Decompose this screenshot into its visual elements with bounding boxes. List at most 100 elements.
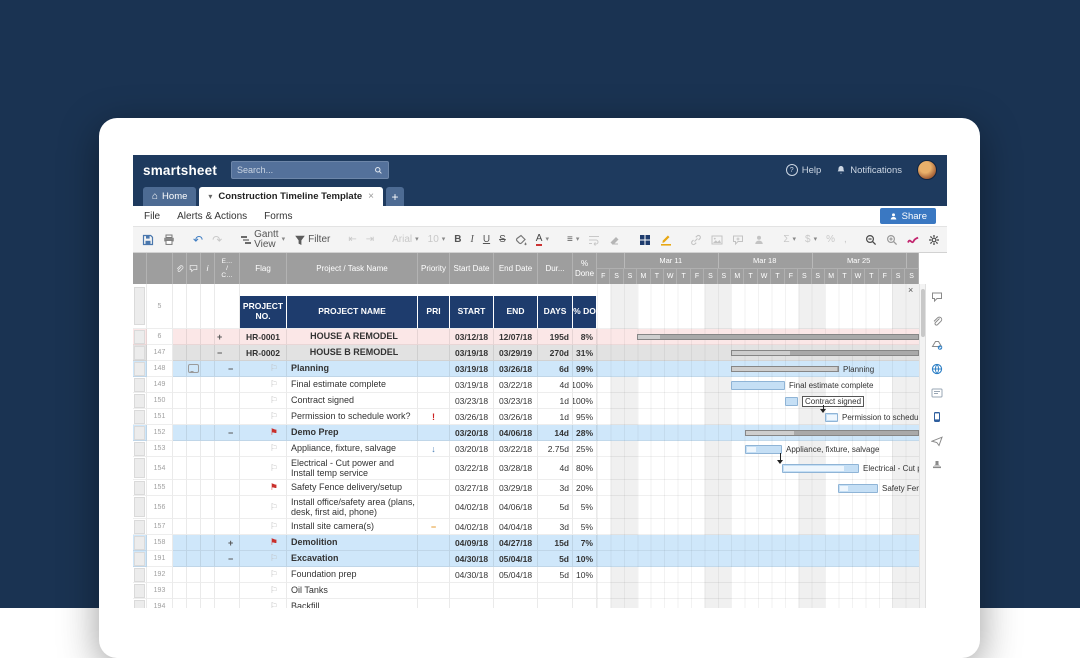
bold-button[interactable]: B bbox=[454, 234, 461, 245]
task-name-cell[interactable]: Demolition bbox=[287, 535, 418, 551]
end-date-cell[interactable] bbox=[494, 583, 538, 599]
duration-cell[interactable]: 4d bbox=[538, 377, 573, 393]
comment-cell[interactable] bbox=[187, 361, 201, 377]
percent-done-cell[interactable]: 100% bbox=[573, 393, 597, 409]
end-date-cell[interactable]: 04/06/18 bbox=[494, 425, 538, 441]
gantt-row[interactable]: Planning bbox=[597, 361, 919, 377]
attachment-cell[interactable] bbox=[173, 457, 187, 480]
flag-cell[interactable]: ⚐ bbox=[240, 496, 287, 519]
info-cell[interactable] bbox=[201, 519, 215, 535]
menu-forms[interactable]: Forms bbox=[264, 211, 292, 222]
task-name-cell[interactable]: Install office/safety area (plans, desk,… bbox=[287, 496, 418, 519]
end-date-cell[interactable]: 03/26/18 bbox=[494, 409, 538, 425]
gantt-row[interactable] bbox=[597, 329, 919, 345]
end-date-cell[interactable]: 03/22/18 bbox=[494, 441, 538, 457]
row-drag-handle[interactable] bbox=[134, 410, 145, 424]
percent-done-cell[interactable]: 10% bbox=[573, 567, 597, 583]
flag-cell[interactable]: ⚐ bbox=[240, 441, 287, 457]
priority-cell[interactable]: − bbox=[418, 519, 450, 535]
end-date-cell[interactable]: 03/23/18 bbox=[494, 393, 538, 409]
end-date-cell[interactable] bbox=[494, 599, 538, 608]
flag-cell[interactable]: ⚐ bbox=[240, 457, 287, 480]
task-name-cell[interactable]: Install site camera(s) bbox=[287, 519, 418, 535]
row-drag-handle[interactable] bbox=[134, 330, 145, 344]
column-header-flag[interactable]: Flag bbox=[240, 253, 287, 284]
comment-cell[interactable] bbox=[187, 496, 201, 519]
priority-cell[interactable] bbox=[418, 480, 450, 496]
info-cell[interactable] bbox=[201, 480, 215, 496]
info-cell[interactable] bbox=[201, 599, 215, 608]
row-drag-handle[interactable] bbox=[134, 600, 145, 609]
gantt-close-icon[interactable]: × bbox=[908, 286, 913, 295]
duration-cell[interactable]: 15d bbox=[538, 535, 573, 551]
end-date-cell[interactable]: 03/22/18 bbox=[494, 377, 538, 393]
duration-cell[interactable]: 4d bbox=[538, 457, 573, 480]
new-tab-button[interactable]: + bbox=[386, 187, 404, 206]
percent-done-cell[interactable]: 8% bbox=[573, 329, 597, 345]
attachment-cell[interactable] bbox=[173, 480, 187, 496]
gantt-row[interactable] bbox=[597, 425, 919, 441]
tab-home[interactable]: ⌂ Home bbox=[143, 187, 196, 206]
end-date-cell[interactable]: 05/04/18 bbox=[494, 567, 538, 583]
attachment-cell[interactable] bbox=[173, 519, 187, 535]
italic-button[interactable]: I bbox=[471, 234, 474, 245]
comment-cell[interactable] bbox=[187, 583, 201, 599]
gantt-task-bar[interactable] bbox=[785, 397, 798, 406]
percent-done-cell[interactable] bbox=[573, 583, 597, 599]
row-drag-handle[interactable] bbox=[134, 584, 145, 598]
priority-cell[interactable] bbox=[418, 583, 450, 599]
comment-cell[interactable] bbox=[187, 441, 201, 457]
filter-button[interactable]: Filter bbox=[294, 234, 330, 246]
gantt-summary-bar[interactable] bbox=[731, 350, 919, 356]
start-date-cell[interactable]: 03/20/18 bbox=[450, 425, 494, 441]
tab-close-icon[interactable]: × bbox=[368, 191, 374, 202]
panel-proofs-icon[interactable] bbox=[931, 339, 943, 351]
end-date-cell[interactable]: 12/07/18 bbox=[494, 329, 538, 345]
flag-icon[interactable]: ⚑ bbox=[270, 482, 278, 493]
notifications-button[interactable]: Notifications bbox=[836, 165, 902, 176]
comment-column-header[interactable] bbox=[187, 253, 201, 284]
task-name-cell[interactable]: HOUSE A REMODEL bbox=[287, 329, 418, 345]
flag-cell[interactable]: ⚐ bbox=[240, 377, 287, 393]
priority-cell[interactable] bbox=[418, 599, 450, 608]
column-header-extra[interactable]: E… / C… bbox=[215, 253, 240, 284]
gantt-row[interactable]: Appliance, fixture, salvage bbox=[597, 441, 919, 457]
duration-cell[interactable]: 5d bbox=[538, 496, 573, 519]
flag-cell[interactable]: ⚐ bbox=[240, 583, 287, 599]
column-header-duration[interactable]: Dur... bbox=[538, 253, 573, 284]
duration-cell[interactable]: 195d bbox=[538, 329, 573, 345]
flag-cell[interactable]: HR-0001 bbox=[240, 329, 287, 345]
priority-cell[interactable] bbox=[418, 361, 450, 377]
start-date-cell[interactable]: 03/20/18 bbox=[450, 441, 494, 457]
start-date-cell[interactable]: 03/19/18 bbox=[450, 345, 494, 361]
duration-cell[interactable] bbox=[538, 583, 573, 599]
gantt-summary-bar[interactable] bbox=[731, 366, 839, 372]
panel-approvals-icon[interactable] bbox=[931, 459, 943, 471]
info-cell[interactable] bbox=[201, 409, 215, 425]
attachment-cell[interactable] bbox=[173, 551, 187, 567]
task-name-cell[interactable]: Electrical - Cut power and Install temp … bbox=[287, 457, 418, 480]
comment-cell[interactable] bbox=[187, 457, 201, 480]
row-expander[interactable]: + bbox=[215, 332, 222, 342]
flag-cell[interactable]: ⚐ bbox=[240, 361, 287, 377]
column-header-priority[interactable]: Priority bbox=[418, 253, 450, 284]
attachment-cell[interactable] bbox=[173, 567, 187, 583]
column-header-start-date[interactable]: Start Date bbox=[450, 253, 494, 284]
gantt-row[interactable]: Safety Fen bbox=[597, 480, 919, 496]
flag-cell[interactable]: ⚑ bbox=[240, 535, 287, 551]
row-expander[interactable]: − bbox=[215, 554, 233, 564]
underline-button[interactable]: U bbox=[483, 234, 490, 245]
start-date-cell[interactable]: 03/12/18 bbox=[450, 329, 494, 345]
row-drag-handle[interactable] bbox=[134, 481, 145, 495]
share-button[interactable]: Share bbox=[880, 208, 936, 224]
gantt-row[interactable]: Contract signed bbox=[597, 393, 919, 409]
text-color-button[interactable]: A ▾ bbox=[536, 234, 549, 246]
attachment-cell[interactable] bbox=[173, 496, 187, 519]
info-cell[interactable] bbox=[201, 496, 215, 519]
end-date-cell[interactable]: 04/27/18 bbox=[494, 535, 538, 551]
sheet-column-header-cell[interactable]: START bbox=[450, 296, 494, 328]
row-expander[interactable]: − bbox=[215, 428, 233, 438]
attachment-cell[interactable] bbox=[173, 583, 187, 599]
sheet-column-header-cell[interactable]: END bbox=[494, 296, 538, 328]
flag-icon[interactable]: ⚑ bbox=[270, 537, 278, 548]
